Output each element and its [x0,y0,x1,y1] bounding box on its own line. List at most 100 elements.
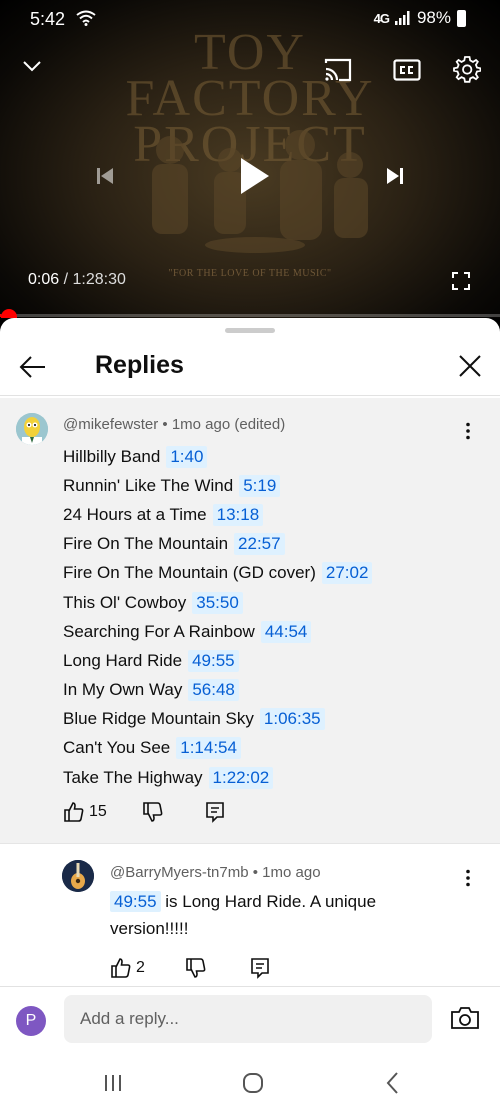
time-separator: / [59,271,73,288]
timestamp-link[interactable]: 5:19 [239,474,281,497]
track-name: In My Own Way [63,680,183,700]
status-bar: 5:42 4G 98% [0,0,500,40]
like-button[interactable]: 15 [63,798,113,826]
replies-sheet: Replies @mikefewster • 1mo ago (edited) … [0,318,500,1112]
track-name: Long Hard Ride [63,650,183,670]
like-count: 15 [89,803,107,820]
timestamp-link[interactable]: 1:14:54 [176,737,241,760]
home-icon [243,1073,263,1093]
status-time: 5:42 [30,9,66,29]
dislike-button[interactable] [178,954,214,982]
track-name: Searching For A Rainbow [63,621,255,641]
avatar[interactable]: P [16,1006,46,1036]
more-vertical-icon [466,422,470,440]
tracklist-item: Hillbilly Band 1:40 [63,442,372,471]
tracklist-item: In My Own Way 56:48 [63,676,372,705]
fullscreen-button[interactable] [450,270,472,292]
reply-button[interactable] [242,954,278,982]
closed-captions-icon [393,59,421,81]
wifi-icon [76,10,96,26]
track-name: Fire On The Mountain (GD cover) [63,563,316,583]
thumbs-down-icon [143,802,163,822]
system-back-button[interactable] [378,1070,408,1096]
camera-icon [451,1007,479,1029]
drag-handle[interactable] [225,328,275,333]
reply-input[interactable] [64,995,432,1043]
comment-reply-icon [251,958,269,979]
cast-button[interactable] [322,56,354,84]
timestamp-link[interactable]: 22:57 [234,533,285,556]
tracklist-item: Long Hard Ride 49:55 [63,646,372,675]
more-options-button[interactable] [458,419,478,443]
captions-button[interactable] [392,57,422,83]
track-name: Can't You See [63,738,171,758]
video-player[interactable]: TOY FACTORY PROJECT "FOR THE LOVE OF THE… [0,0,500,318]
cast-icon [324,58,352,82]
reply-button[interactable] [197,798,233,826]
thumbs-up-icon [64,802,84,822]
tracklist-item: This Ol' Cowboy 35:50 [63,588,372,617]
close-button[interactable] [456,352,484,380]
like-count: 2 [136,959,145,976]
time-display: 0:06 / 1:28:30 [28,271,126,289]
tracklist: Hillbilly Band 1:40 Runnin' Like The Wind 5… [63,442,373,792]
thumbs-down-icon [186,958,206,978]
tracklist-item: 24 Hours at a Time 13:18 [63,500,372,529]
more-vertical-icon [466,869,470,887]
tracklist-item: Take The Highway 1:22:02 [63,763,372,792]
skip-previous-icon [97,168,113,184]
dislike-button[interactable] [135,798,171,826]
signal-icon [394,11,410,25]
timestamp-link[interactable]: 35:50 [192,591,243,614]
tracklist-item: Searching For A Rainbow 44:54 [63,617,372,646]
recent-apps-icon [105,1075,121,1091]
battery-percent: 98% [416,8,451,27]
timestamp-link[interactable]: 1:22:02 [208,766,274,789]
more-options-button[interactable] [458,866,478,890]
reply-comment: @BarryMyers-tn7mb • 1mo ago 49:55 is Lon… [0,844,500,984]
parent-comment: @mikefewster • 1mo ago (edited) Hillbill… [0,398,500,844]
progress-bar[interactable] [0,314,500,317]
sheet-header: Replies [0,338,500,396]
fullscreen-icon [452,272,470,290]
comment-reply-icon [206,802,224,823]
arrow-left-icon [19,356,45,378]
timestamp-link[interactable]: 1:40 [166,445,208,468]
chevron-down-icon [23,61,41,72]
comment-meta: @mikefewster • 1mo ago (edited) [63,416,286,433]
timestamp-link[interactable]: 27:02 [321,562,373,585]
previous-button[interactable] [90,162,120,190]
timestamp-link[interactable]: 1:06:35 [259,708,325,731]
tracklist-item: Blue Ridge Mountain Sky 1:06:35 [63,705,372,734]
next-button[interactable] [380,162,410,190]
track-name: Runnin' Like The Wind [63,475,234,495]
timestamp-link[interactable]: 13:18 [212,503,264,526]
current-time: 0:06 [28,271,60,288]
minimize-button[interactable] [18,52,46,80]
tracklist-item: Runnin' Like The Wind 5:19 [63,471,372,500]
avatar[interactable] [62,860,94,892]
home-button[interactable] [238,1070,268,1096]
page-title: Replies [95,351,184,379]
settings-button[interactable] [452,54,482,84]
timestamp-link[interactable]: 44:54 [260,620,312,643]
camera-button[interactable] [450,1005,480,1033]
track-name: 24 Hours at a Time [63,504,207,524]
back-button[interactable] [18,352,48,382]
timestamp-link[interactable]: 49:55 [110,891,161,912]
close-icon [459,355,481,377]
duration: 1:28:30 [72,271,126,288]
chevron-left-icon [386,1072,398,1094]
tracklist-item: Fire On The Mountain 22:57 [63,530,372,559]
recent-apps-button[interactable] [98,1070,128,1096]
skip-next-icon [387,168,403,184]
play-button[interactable] [232,152,276,200]
track-name: Take The Highway [63,767,203,787]
timestamp-link[interactable]: 49:55 [188,649,239,672]
timestamp-link[interactable]: 56:48 [188,679,239,702]
track-name: Fire On The Mountain [63,534,229,554]
avatar[interactable] [16,413,48,445]
cartoon-avatar-icon [16,413,48,445]
like-button[interactable]: 2 [110,954,150,982]
scrubber-handle[interactable] [1,309,17,318]
